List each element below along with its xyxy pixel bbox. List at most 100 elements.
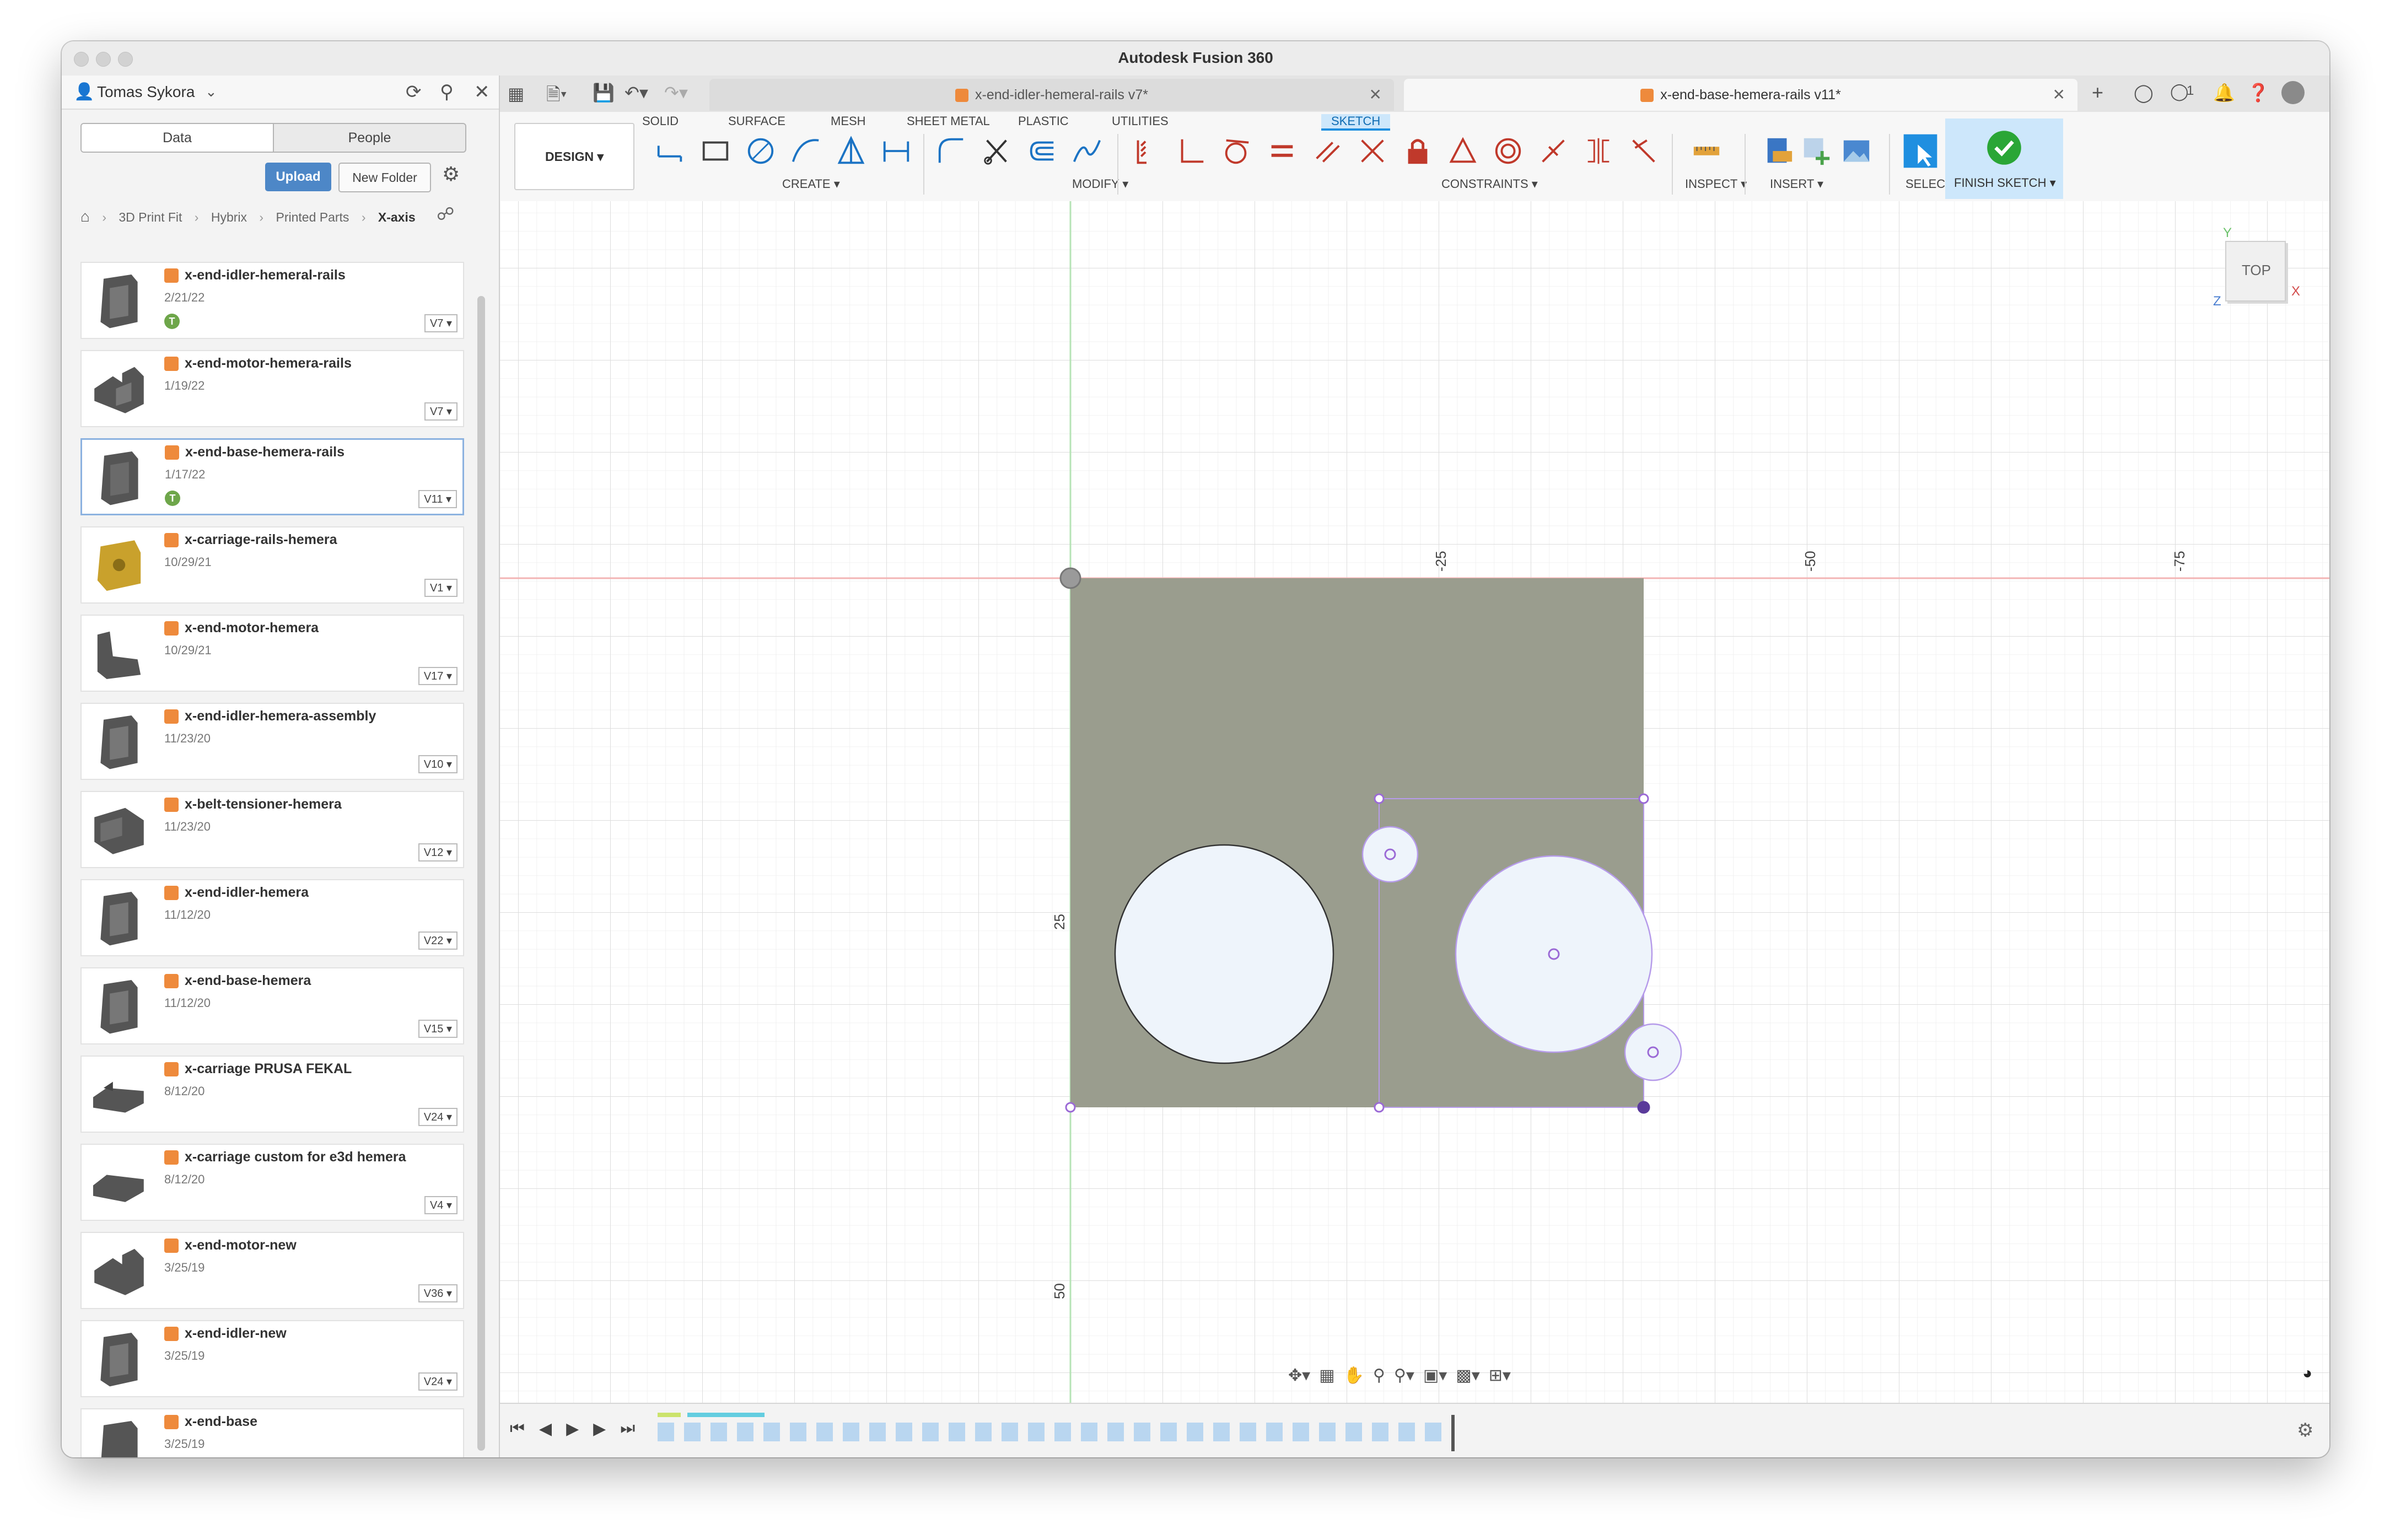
canvas-image-icon[interactable] (1840, 135, 1872, 167)
list-item-selected[interactable]: x-end-base-hemera-rails 1/17/22 T V11 ▾ (80, 438, 464, 515)
sketch-point[interactable] (1638, 793, 1649, 804)
extensions-icon[interactable]: ◯ (2134, 82, 2154, 103)
horizontal-vertical-icon[interactable] (1628, 135, 1660, 167)
version-badge[interactable]: V10 ▾ (418, 755, 457, 773)
tab-people[interactable]: People (274, 124, 465, 152)
workspace-switcher[interactable]: DESIGN ▾ (514, 123, 634, 190)
version-badge[interactable]: V12 ▾ (418, 843, 457, 861)
sketch-point[interactable] (1374, 1102, 1385, 1113)
timeline-playhead[interactable] (1451, 1415, 1455, 1451)
display-settings-icon[interactable]: ▣▾ (1423, 1366, 1447, 1385)
job-status-icon[interactable]: ◯ (2170, 82, 2189, 101)
version-badge[interactable]: V11 ▾ (418, 490, 457, 508)
step-back-icon[interactable]: ◀ (539, 1419, 552, 1439)
list-item[interactable]: x-carriage-rails-hemera 10/29/21 V1 ▾ (80, 526, 464, 604)
timeline-settings-gear-icon[interactable]: ⚙ (2297, 1419, 2313, 1441)
create-menu[interactable]: CREATE ▾ (782, 177, 840, 191)
version-badge[interactable]: V7 ▾ (424, 314, 457, 332)
pan-icon[interactable]: ✋ (1344, 1366, 1364, 1385)
zoom-icon[interactable]: ⚲ (1373, 1366, 1385, 1385)
tab-utilities[interactable]: UTILITIES (1112, 114, 1169, 128)
refresh-icon[interactable]: ⟳ (406, 81, 422, 103)
list-item[interactable]: x-belt-tensioner-hemera 11/23/20 V12 ▾ (80, 791, 464, 868)
measure-icon[interactable] (1691, 135, 1722, 167)
skip-to-end-icon[interactable]: ⏭ (620, 1419, 635, 1439)
viewports-icon[interactable]: ⊞▾ (1489, 1366, 1511, 1385)
list-item[interactable]: x-end-idler-hemeral-rails 2/21/22 T V7 ▾ (80, 262, 464, 339)
grid-menu-icon[interactable]: ▦ (508, 83, 524, 104)
version-badge[interactable]: V17 ▾ (418, 667, 457, 685)
undo-icon[interactable]: ↶▾ (625, 82, 648, 103)
list-item[interactable]: x-end-idler-hemera-assembly 11/23/20 V10… (80, 703, 464, 780)
user-name[interactable]: Tomas Sykora (97, 83, 195, 101)
list-item[interactable]: x-end-idler-hemera 11/12/20 V22 ▾ (80, 879, 464, 956)
help-icon[interactable]: ❓ (2247, 82, 2269, 103)
constraints-menu[interactable]: CONSTRAINTS ▾ (1441, 177, 1538, 191)
version-badge[interactable]: V24 ▾ (418, 1372, 457, 1391)
insert-dxf-icon[interactable] (1801, 135, 1833, 167)
breadcrumb-item[interactable]: 3D Print Fit (119, 210, 182, 224)
midpoint-icon[interactable] (1537, 135, 1569, 167)
step-forward-icon[interactable]: ▶ (593, 1419, 606, 1439)
tab-mesh[interactable]: MESH (831, 114, 866, 128)
design-canvas[interactable]: -25 -50 -75 25 50 TOP X Y Z ✥▾ ▦ ✋ ⚲ ⚲▾ … (500, 201, 2329, 1403)
new-tab-icon[interactable]: + (2092, 81, 2103, 104)
home-icon[interactable]: ⌂ (80, 208, 90, 225)
list-item[interactable]: x-end-base-hemera 11/12/20 V15 ▾ (80, 967, 464, 1044)
symmetry-icon[interactable] (1447, 135, 1479, 167)
sketch-circle-medium[interactable] (1455, 855, 1653, 1053)
list-item[interactable]: x-carriage custom for e3d hemera 8/12/20… (80, 1144, 464, 1221)
tab-document-active[interactable]: x-end-base-hemera-rails v11* ✕ (1404, 79, 2077, 111)
share-folder-icon[interactable]: ☍ (437, 203, 454, 224)
new-folder-button[interactable]: New Folder (338, 163, 431, 192)
activity-icon[interactable]: ◕ (2302, 1364, 2312, 1383)
version-badge[interactable]: V4 ▾ (424, 1196, 457, 1214)
search-icon[interactable]: ⚲ (440, 81, 454, 103)
sketch-point[interactable] (1065, 1102, 1076, 1113)
file-menu-icon[interactable]: 🗎▾ (546, 82, 567, 112)
equal-icon[interactable] (1266, 135, 1298, 167)
insert-svg-icon[interactable] (1762, 135, 1794, 167)
finish-sketch-button[interactable]: FINISH SKETCH ▾ (1945, 119, 2063, 199)
view-cube[interactable]: TOP (2225, 241, 2286, 301)
perpendicular-cross-icon[interactable] (1357, 135, 1388, 167)
list-item[interactable]: x-end-motor-hemera-rails 1/19/22 V7 ▾ (80, 350, 464, 427)
close-icon[interactable]: ✕ (474, 81, 490, 103)
play-icon[interactable]: ▶ (566, 1419, 579, 1439)
fix-lock-icon[interactable] (1402, 135, 1434, 167)
origin-point[interactable] (1059, 567, 1081, 589)
tangent-icon[interactable] (1221, 135, 1253, 167)
offset-icon[interactable] (1026, 135, 1058, 167)
line-icon[interactable] (654, 135, 686, 167)
redo-icon[interactable]: ↷▾ (664, 82, 688, 103)
collinear-icon[interactable] (1582, 135, 1614, 167)
list-item[interactable]: x-end-base 3/25/19 (80, 1408, 464, 1457)
list-item[interactable]: x-end-motor-hemera 10/29/21 V17 ▾ (80, 615, 464, 692)
concentric-icon[interactable] (1492, 135, 1524, 167)
tab-sketch[interactable]: SKETCH (1321, 114, 1391, 131)
tab-plastic[interactable]: PLASTIC (1018, 114, 1069, 128)
version-badge[interactable]: V15 ▾ (418, 1020, 457, 1038)
save-icon[interactable]: 💾 (593, 82, 615, 103)
tab-document[interactable]: x-end-idler-hemeral-rails v7* ✕ (709, 79, 1394, 111)
sketch-circle-small[interactable] (1624, 1023, 1682, 1081)
breadcrumb-item[interactable]: Hybrix (211, 210, 247, 224)
breadcrumb-current[interactable]: X-axis (378, 210, 416, 224)
skip-to-start-icon[interactable]: ⏮ (510, 1419, 525, 1439)
sketch-point[interactable] (1637, 1101, 1650, 1114)
tab-data[interactable]: Data (82, 124, 274, 152)
version-badge[interactable]: V36 ▾ (418, 1284, 457, 1302)
parallel-icon[interactable] (1311, 135, 1343, 167)
version-badge[interactable]: V7 ▾ (424, 402, 457, 421)
modify-menu[interactable]: MODIFY ▾ (1072, 177, 1128, 191)
rectangle-icon[interactable] (699, 135, 731, 167)
notifications-icon[interactable]: 🔔 (2213, 82, 2235, 103)
tab-surface[interactable]: SURFACE (728, 114, 785, 128)
list-item[interactable]: x-end-idler-new 3/25/19 V24 ▾ (80, 1320, 464, 1397)
sketch-point[interactable] (1374, 793, 1385, 804)
spline-icon[interactable] (1071, 135, 1103, 167)
tab-sheet-metal[interactable]: SHEET METAL (907, 114, 990, 128)
fillet-icon[interactable] (935, 135, 967, 167)
tab-solid[interactable]: SOLID (642, 114, 679, 128)
coincident-icon[interactable] (1131, 135, 1162, 167)
